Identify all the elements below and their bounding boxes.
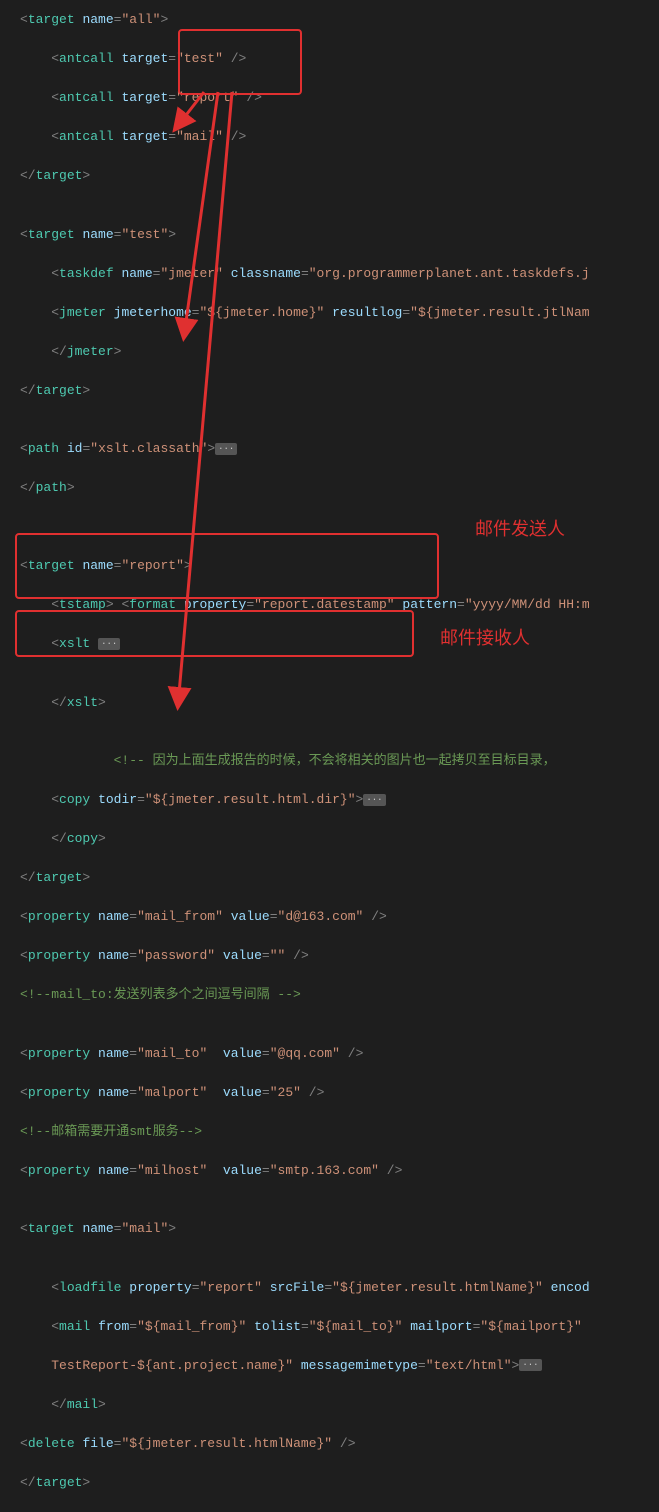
fold-icon[interactable]: ···	[98, 638, 120, 650]
fold-icon[interactable]: ···	[519, 1359, 541, 1371]
code-block: <target name="all"> <antcall target="tes…	[0, 0, 659, 1512]
label-recipient: 邮件接收人	[440, 625, 530, 652]
fold-icon[interactable]: ···	[215, 443, 237, 455]
fold-icon[interactable]: ···	[363, 794, 385, 806]
label-sender: 邮件发送人	[475, 516, 565, 543]
